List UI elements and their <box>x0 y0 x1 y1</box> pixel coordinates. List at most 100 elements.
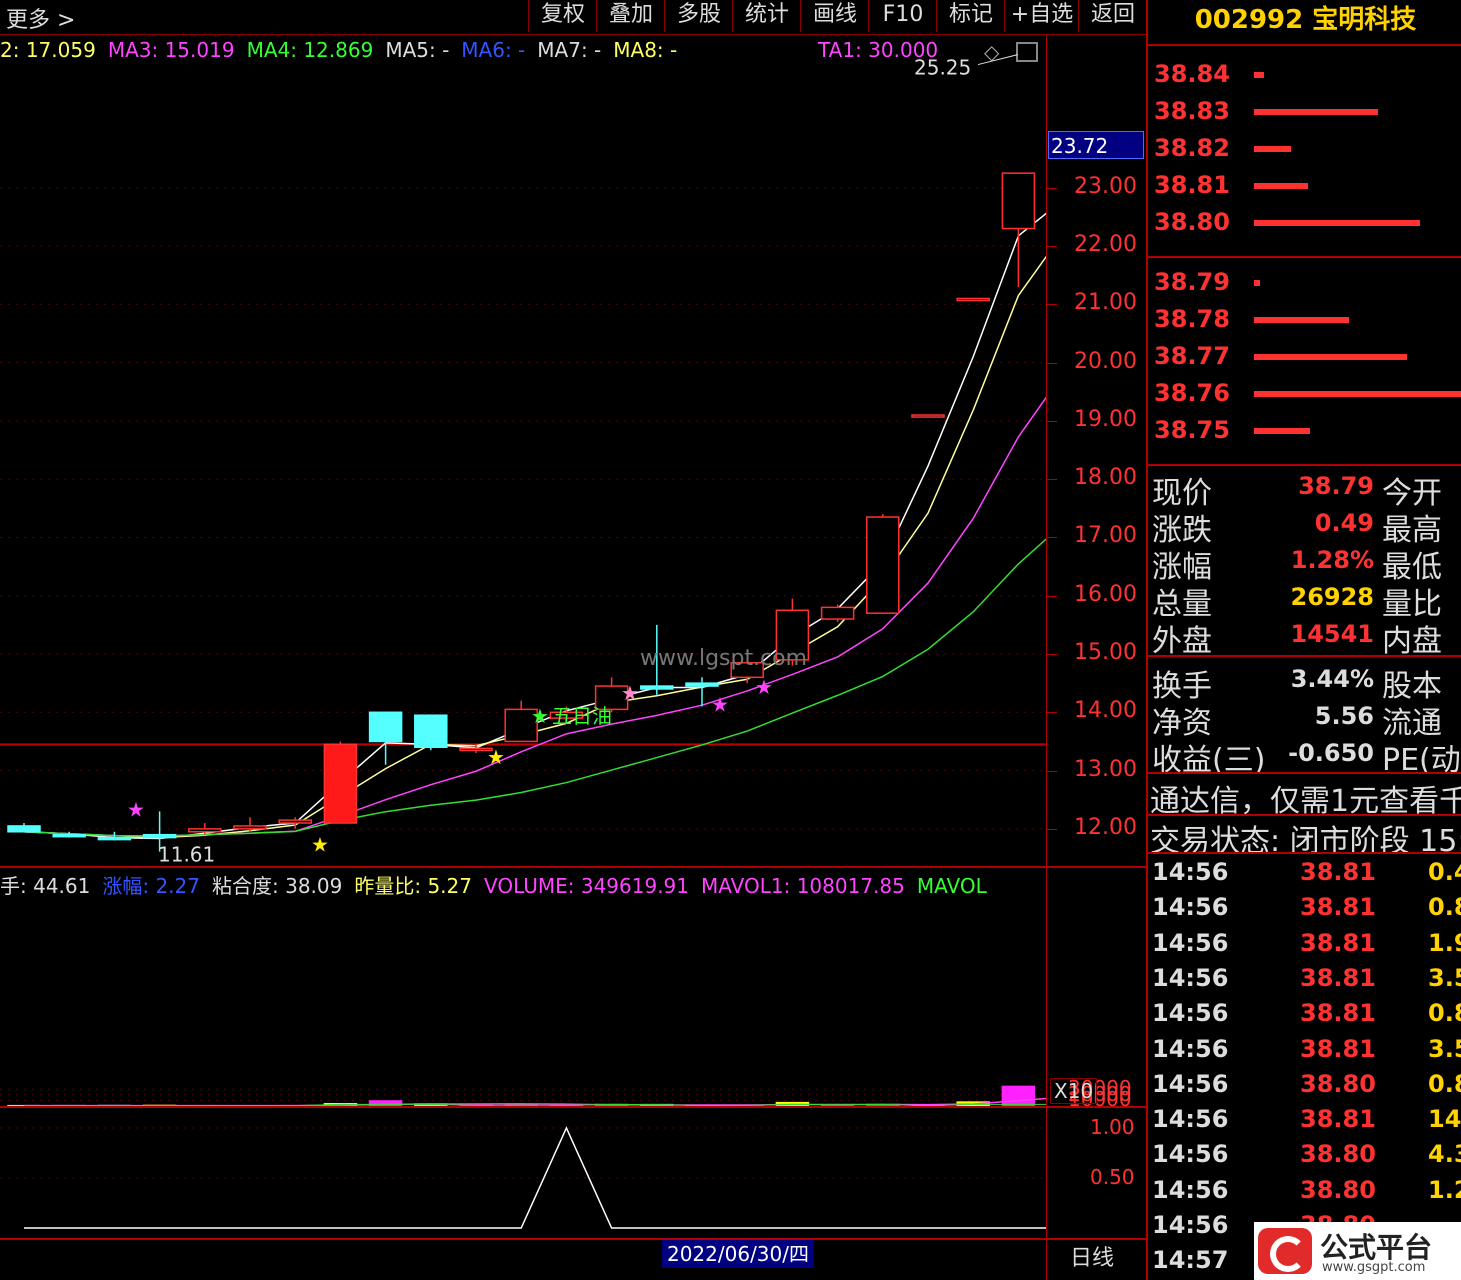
tick-price: 38.81 <box>1300 999 1376 1028</box>
candle-body <box>7 825 41 833</box>
toolbar-button-8[interactable]: 返回 <box>1078 0 1147 32</box>
price-axis-tick <box>1047 362 1057 364</box>
book-volume-bar <box>1254 428 1310 434</box>
book-price: 38.75 <box>1154 416 1230 444</box>
volume-unit: X10 <box>1050 1078 1098 1104</box>
candle-body <box>1001 172 1036 230</box>
candle-body <box>97 836 132 841</box>
period-label[interactable]: 日线 <box>1070 1240 1114 1272</box>
volume-legend: 手: 44.61 涨幅: 2.27 粘合度: 38.09 昨量比: 5.27 VOLUM… <box>0 870 999 898</box>
tick-volume: 3.5 <box>1428 963 1461 992</box>
quote-value: 38.79 <box>1298 472 1374 500</box>
candle-body <box>956 297 990 302</box>
toolbar-button-6[interactable]: 标记 <box>936 0 1005 32</box>
quote-value: 14541 <box>1290 620 1375 648</box>
stock-title: 002992 宝明科技 <box>1194 5 1417 35</box>
tick-price: 38.81 <box>1300 928 1376 957</box>
tick-time: 14:56 <box>1152 963 1229 992</box>
volume-legend-0: 手: 44.61 <box>0 874 91 898</box>
candle-body <box>368 711 403 743</box>
book-price: 38.79 <box>1154 268 1230 296</box>
price-axis-label: 19.00 <box>1074 406 1137 432</box>
quote-value: 0.49 <box>1314 509 1374 537</box>
watermark: www.lgspt.com <box>640 646 807 671</box>
tick-price: 38.81 <box>1300 1105 1376 1134</box>
tick-price: 38.80 <box>1300 1069 1376 1098</box>
tick-volume: 3.5 <box>1428 1034 1461 1063</box>
price-axis-label: 18.00 <box>1074 465 1137 491</box>
axis-divider <box>1046 34 1047 1280</box>
quote-label: 外盘 <box>1152 624 1212 659</box>
tick-volume: 0.8 <box>1428 893 1461 922</box>
candle-body <box>233 825 267 830</box>
tick-price: 38.81 <box>1300 963 1376 992</box>
toolbar-button-2[interactable]: 多股 <box>664 0 733 32</box>
book-price: 38.82 <box>1154 134 1230 162</box>
tick-volume: 14.7 <box>1428 1105 1461 1134</box>
quote-value: -0.650 <box>1288 739 1374 767</box>
volume-legend-2: 粘合度: 38.09 <box>212 874 343 898</box>
tick-volume: 0.8 <box>1428 999 1461 1028</box>
more-menu-button[interactable]: 更多 > <box>6 2 75 34</box>
price-axis-tick <box>1047 712 1057 714</box>
book-price: 38.77 <box>1154 342 1230 370</box>
price-axis-tick <box>1047 304 1057 306</box>
toolbar-button-4[interactable]: 画线 <box>800 0 869 32</box>
volume-chart[interactable] <box>0 898 1046 1106</box>
book-volume-bar <box>1254 183 1308 189</box>
tick-time: 14:57 <box>1152 1246 1229 1275</box>
tick-time: 14:56 <box>1152 858 1229 886</box>
volume-bar <box>1001 1085 1036 1106</box>
book-price: 38.76 <box>1154 379 1230 407</box>
book-volume-bar <box>1254 220 1420 226</box>
price-axis-tick <box>1047 828 1057 830</box>
book-mid-divider <box>1148 256 1461 258</box>
star-marker-icon: ★ <box>711 693 729 717</box>
toolbar-button-3[interactable]: 统计 <box>732 0 801 32</box>
toolbar-button-0[interactable]: 复权 <box>528 0 597 32</box>
indicator-chart[interactable] <box>0 1108 1046 1238</box>
candle-body <box>188 828 222 833</box>
price-axis-label: 13.00 <box>1074 756 1137 782</box>
toolbar-button-1[interactable]: 叠加 <box>596 0 665 32</box>
candle-body <box>323 743 358 824</box>
book-price: 38.78 <box>1154 305 1230 333</box>
candlestick-chart[interactable]: 25.2511.61五日油www.lgspt.com★★★★ ★★★ <box>0 34 1046 866</box>
price-axis-label: 23.00 <box>1074 173 1137 199</box>
quote-value: 26928 <box>1290 583 1375 611</box>
price-axis-tick <box>1047 595 1057 597</box>
toolbar-button-7[interactable]: +自选 <box>1004 0 1079 32</box>
logo-icon <box>1258 1228 1312 1274</box>
candle-body <box>52 833 86 838</box>
book-price: 38.83 <box>1154 97 1230 125</box>
date-tag: 2022/06/30/四 <box>662 1240 814 1268</box>
tick-time: 14:56 <box>1152 1140 1229 1169</box>
book-volume-bar <box>1254 109 1379 115</box>
book-volume-bar <box>1254 146 1292 152</box>
volume-legend-3: 昨量比: 5.27 <box>354 874 472 898</box>
low-annotation: 11.61 <box>158 843 215 866</box>
tick-volume: 0.8 <box>1428 1069 1461 1098</box>
indicator-axis-label: 0.50 <box>1090 1165 1135 1189</box>
price-axis-label: 12.00 <box>1074 814 1137 840</box>
book-price: 38.84 <box>1154 60 1230 88</box>
notice-divider <box>1148 772 1461 774</box>
indicator-axis-label: 1.00 <box>1090 1115 1135 1139</box>
high-annotation: 25.25 <box>914 56 971 80</box>
toolbar-button-5[interactable]: F10 <box>868 0 937 32</box>
star-marker-icon: ★ <box>127 797 145 821</box>
price-axis-tick <box>1047 537 1057 539</box>
tick-price: 38.80 <box>1300 1175 1376 1204</box>
tick-volume: 1.2 <box>1428 1175 1461 1204</box>
price-axis-label: 21.00 <box>1074 290 1137 316</box>
candle-body <box>820 606 855 620</box>
star-marker-icon: ★ <box>531 704 549 728</box>
panel-divider <box>1146 0 1148 1280</box>
star-marker-icon: ★ <box>487 745 505 769</box>
price-axis-label: 20.00 <box>1074 348 1137 374</box>
price-axis-tick <box>1047 420 1057 422</box>
book-price: 38.80 <box>1154 208 1230 236</box>
volume-legend-6: MAVOL <box>916 874 987 898</box>
price-axis-tick <box>1047 770 1057 772</box>
logo-url: www.gsgpt.com <box>1322 1260 1426 1275</box>
